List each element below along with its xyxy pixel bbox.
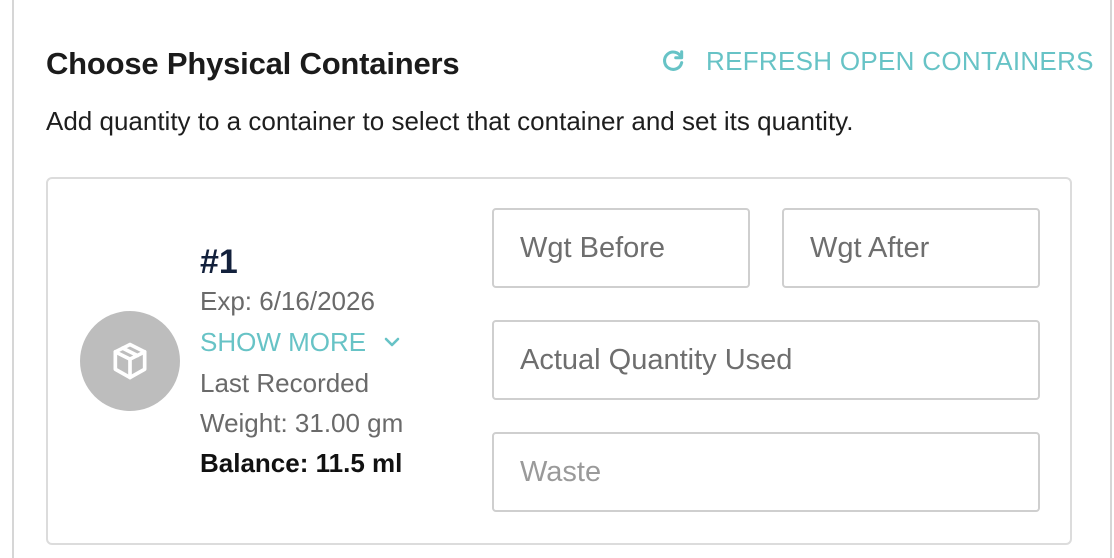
show-more-toggle[interactable]: SHOW MORE: [200, 321, 440, 363]
wgt-after-input[interactable]: [782, 208, 1040, 288]
page-title: Choose Physical Containers: [46, 46, 460, 81]
package-icon: [108, 339, 152, 383]
container-avatar: [80, 311, 180, 411]
container-card[interactable]: #1 Exp: 6/16/2026 SHOW MORE Last Recorde…: [46, 177, 1072, 545]
waste-input[interactable]: [492, 432, 1040, 512]
refresh-icon: [660, 48, 686, 74]
expiry-date: Exp: 6/16/2026: [200, 286, 375, 316]
refresh-label: REFRESH OPEN CONTAINERS: [706, 45, 1094, 76]
balance: Balance: 11.5 ml: [200, 448, 403, 478]
actual-quantity-used-input[interactable]: [492, 320, 1040, 400]
refresh-open-containers-button[interactable]: REFRESH OPEN CONTAINERS: [660, 44, 1094, 78]
page-subtitle: Add quantity to a container to select th…: [46, 106, 854, 136]
last-recorded-weight: Last Recorded Weight: 31.00 gm: [200, 368, 404, 438]
wgt-before-input[interactable]: [492, 208, 750, 288]
container-number: #1: [200, 243, 238, 281]
container-info: #1 Exp: 6/16/2026 SHOW MORE Last Recorde…: [200, 241, 440, 483]
show-more-label: SHOW MORE: [200, 327, 367, 357]
chevron-down-icon: [382, 335, 402, 349]
